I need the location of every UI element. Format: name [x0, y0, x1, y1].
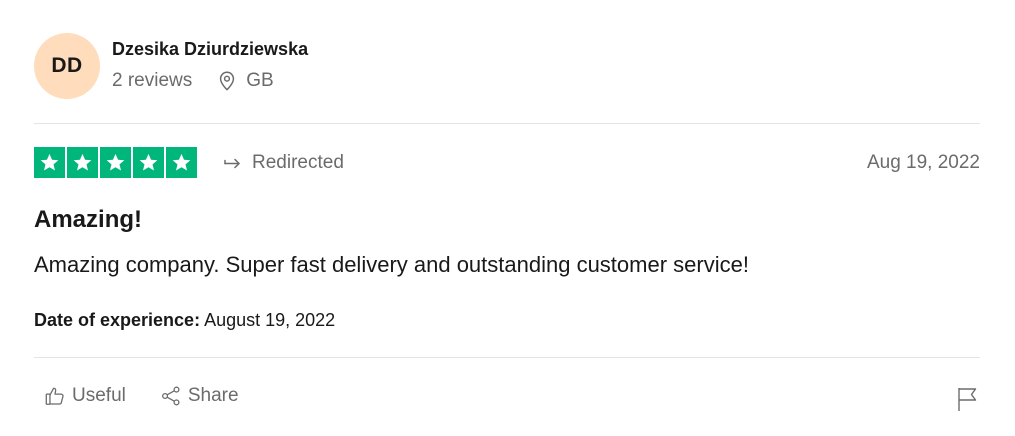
report-button[interactable] — [956, 386, 980, 412]
share-button[interactable]: Share — [160, 385, 239, 407]
consumer-header: DD Dzesika Dziurdziewska 2 reviews GB — [34, 33, 308, 99]
consumer-country: GB — [246, 70, 274, 91]
divider — [34, 357, 980, 358]
experience-label: Date of experience: — [34, 310, 201, 330]
star-icon — [133, 147, 164, 178]
share-label: Share — [187, 385, 239, 406]
review-count: 2 reviews — [112, 70, 193, 91]
star-rating — [34, 147, 197, 178]
review-date: Aug 19, 2022 — [866, 151, 980, 173]
redirect-arrow-icon — [223, 153, 243, 173]
source-label[interactable]: Redirected — [223, 152, 344, 174]
source-text: Redirected — [252, 151, 344, 173]
divider — [34, 123, 980, 124]
review-body: Amazing company. Super fast delivery and… — [34, 252, 749, 277]
thumbs-up-icon — [44, 385, 66, 407]
flag-icon — [956, 388, 980, 416]
review-actions: Useful Share — [44, 385, 239, 407]
star-icon — [34, 147, 65, 178]
star-icon — [166, 147, 197, 178]
star-icon — [100, 147, 131, 178]
share-icon — [160, 385, 182, 407]
useful-label: Useful — [72, 385, 126, 406]
consumer-info: Dzesika Dziurdziewska 2 reviews GB — [112, 33, 308, 92]
consumer-meta: 2 reviews GB — [112, 70, 308, 92]
experience-date: August 19, 2022 — [204, 310, 336, 330]
rating-row: Redirected Aug 19, 2022 — [34, 146, 980, 179]
date-of-experience: Date of experience: August 19, 2022 — [34, 309, 335, 331]
review-title[interactable]: Amazing! — [34, 205, 142, 235]
consumer-name[interactable]: Dzesika Dziurdziewska — [112, 38, 308, 60]
location-pin-icon — [216, 70, 238, 92]
star-icon — [67, 147, 98, 178]
useful-button[interactable]: Useful — [44, 385, 126, 407]
review-card: DD Dzesika Dziurdziewska 2 reviews GB Re… — [0, 0, 1015, 436]
avatar[interactable]: DD — [34, 33, 100, 99]
